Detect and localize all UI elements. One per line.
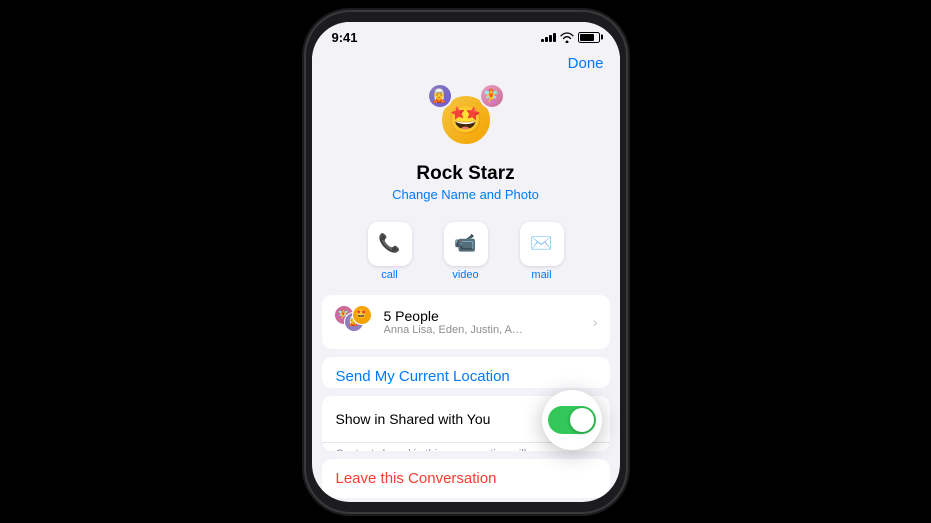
wifi-icon — [560, 32, 574, 43]
avatar-member-2: 🧚 — [479, 83, 505, 109]
call-icon: 📞 — [378, 233, 400, 254]
video-icon: 📹 — [454, 233, 476, 254]
leave-section: Leave this Conversation — [322, 459, 610, 498]
done-button-container: Done — [312, 49, 620, 77]
change-name-photo[interactable]: Change Name and Photo — [392, 187, 539, 202]
call-label: call — [381, 269, 398, 281]
members-row[interactable]: 🧚 🧝 🤩 5 People Anna Lisa, Eden, Justin, … — [322, 295, 610, 349]
send-current-location[interactable]: Send My Current Location — [322, 357, 610, 388]
mail-button[interactable]: ✉️ mail — [512, 222, 572, 281]
battery-icon — [578, 32, 600, 43]
phone-screen: 9:41 — [312, 22, 620, 502]
floating-toggle-overlay — [542, 390, 602, 450]
group-name: Rock Starz — [416, 163, 514, 185]
avatar-member-1: 🧝 — [427, 83, 453, 109]
video-label: video — [452, 269, 478, 281]
members-info: 5 People Anna Lisa, Eden, Justin, Arman.… — [384, 308, 593, 336]
floating-hide-alerts-toggle[interactable] — [548, 406, 596, 434]
status-bar: 9:41 — [312, 22, 620, 49]
video-button[interactable]: 📹 video — [436, 222, 496, 281]
action-buttons: 📞 call 📹 video ✉️ mail — [312, 214, 620, 291]
call-button[interactable]: 📞 call — [360, 222, 420, 281]
mail-icon: ✉️ — [530, 233, 552, 254]
leave-conversation[interactable]: Leave this Conversation — [322, 459, 610, 498]
signal-icon — [541, 33, 556, 42]
members-avatars: 🧚 🧝 🤩 — [334, 305, 374, 339]
mail-label: mail — [531, 269, 551, 281]
show-in-shared-label: Show in Shared with You — [336, 411, 491, 427]
group-header: 🧝 🤩 🧚 Rock Starz Change Name and Photo — [312, 77, 620, 214]
status-icons — [541, 32, 600, 43]
done-button[interactable]: Done — [568, 55, 604, 72]
members-chevron: › — [593, 314, 598, 330]
avatar-group: 🧝 🤩 🧚 — [431, 85, 501, 155]
members-names: Anna Lisa, Eden, Justin, Arman... — [384, 324, 524, 336]
location-section: Send My Current Location Share My Locati… — [322, 357, 610, 388]
phone-frame: 9:41 — [306, 12, 626, 512]
status-time: 9:41 — [332, 30, 358, 45]
members-count: 5 People — [384, 308, 593, 324]
